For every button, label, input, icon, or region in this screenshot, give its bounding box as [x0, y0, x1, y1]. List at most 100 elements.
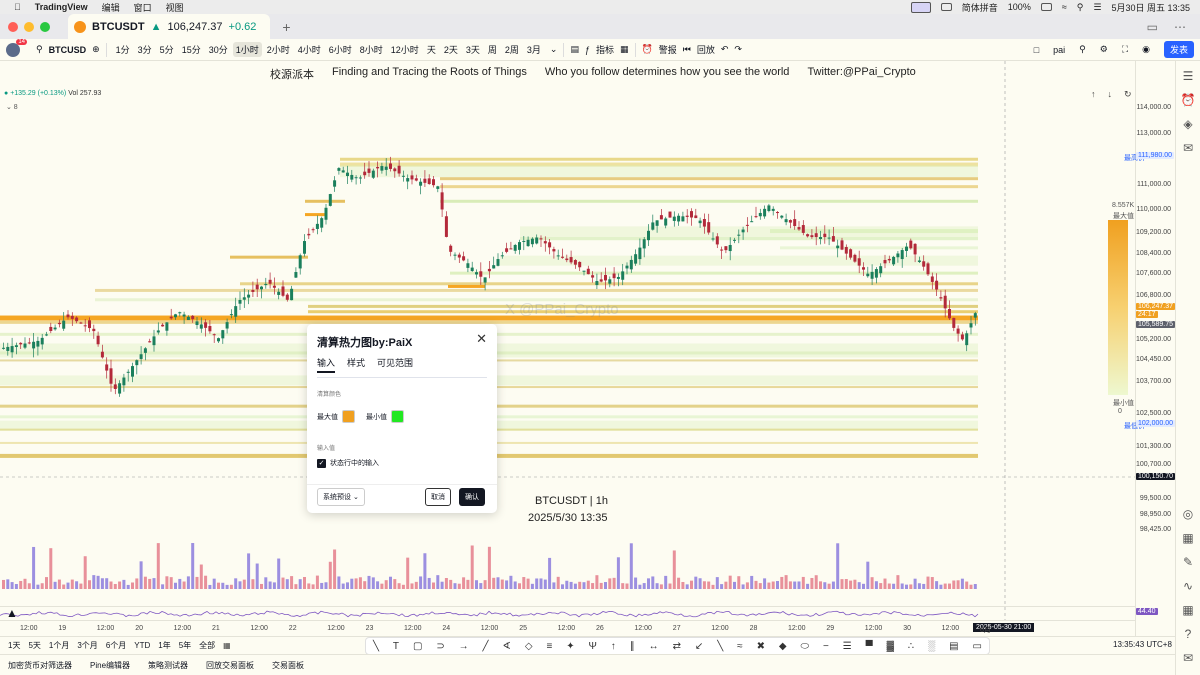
- interval-15[interactable]: 2周: [502, 42, 522, 57]
- interval-6[interactable]: 2小时: [264, 42, 293, 57]
- wifi-icon[interactable]: ≈: [1062, 2, 1067, 12]
- legend-collapse-icon[interactable]: ⌄ 8: [6, 103, 18, 111]
- compare-symbol-icon[interactable]: ⊕: [92, 44, 100, 55]
- drawing-tool-icon[interactable]: ☰: [843, 641, 852, 652]
- symbol-search-icon[interactable]: ⚲: [36, 44, 43, 55]
- ime-label[interactable]: 简体拼音: [962, 1, 998, 14]
- replay-button[interactable]: 回放: [697, 43, 715, 56]
- interval-3[interactable]: 15分: [179, 42, 204, 57]
- layout-select-icon[interactable]: □: [1034, 45, 1039, 55]
- snapshot-icon[interactable]: ◉: [1142, 44, 1150, 55]
- drawing-tool-icon[interactable]: ╲: [717, 641, 723, 652]
- drawing-tool-icon[interactable]: ⬭: [801, 641, 810, 652]
- tab-style[interactable]: 样式: [347, 356, 365, 373]
- range-8[interactable]: 全部: [199, 640, 215, 651]
- interval-5[interactable]: 1小时: [232, 42, 262, 57]
- drawing-tool-icon[interactable]: Ψ: [589, 641, 597, 652]
- drawing-tool-icon[interactable]: ✦: [566, 641, 574, 652]
- battery-icon[interactable]: [1040, 3, 1052, 11]
- interval-7[interactable]: 4小时: [295, 42, 324, 57]
- drawing-tool-icon[interactable]: ▤: [949, 641, 958, 652]
- display-icon[interactable]: [940, 3, 952, 11]
- range-6[interactable]: 1年: [158, 640, 170, 651]
- app-name-menu[interactable]: TradingView: [35, 2, 88, 12]
- panel-tab-2[interactable]: 策略测试器: [148, 660, 188, 671]
- drawing-tool-icon[interactable]: ▀: [866, 641, 873, 652]
- calendar-icon[interactable]: ▦: [1182, 531, 1193, 545]
- layout-icon[interactable]: ▭: [1147, 20, 1158, 34]
- price-scale[interactable]: 114,000.00 113,000.00 111,000.00 110,000.00…: [1108, 61, 1176, 636]
- chart-type-icon[interactable]: ▤: [570, 44, 579, 55]
- close-window-icon[interactable]: [8, 21, 18, 32]
- ok-button[interactable]: 确认: [459, 488, 485, 506]
- drawing-tool-icon[interactable]: ✖: [757, 641, 765, 652]
- interval-8[interactable]: 6小时: [326, 42, 355, 57]
- symbol-search-button[interactable]: BTCUSD: [49, 45, 87, 55]
- interval-0[interactable]: 1分: [113, 42, 133, 57]
- preset-dropdown[interactable]: 系统预设 ⌄: [317, 488, 365, 506]
- templates-icon[interactable]: ▦: [620, 44, 629, 55]
- drawing-tool-icon[interactable]: ▢: [413, 641, 422, 652]
- menu-edit[interactable]: 编辑: [102, 1, 120, 14]
- notifications-icon[interactable]: ✉: [1183, 651, 1193, 665]
- reset-scale-icon[interactable]: ↻: [1124, 89, 1132, 100]
- drawing-tool-icon[interactable]: ╱: [483, 641, 489, 652]
- interval-13[interactable]: 3天: [463, 42, 483, 57]
- drawing-tool-icon[interactable]: ≈: [737, 641, 743, 652]
- price-chart[interactable]: ▲: [0, 61, 1135, 636]
- range-4[interactable]: 6个月: [106, 640, 126, 651]
- menu-window[interactable]: 窗口: [134, 1, 152, 14]
- apple-icon[interactable]: : [14, 2, 21, 12]
- interval-14[interactable]: 周: [485, 42, 500, 57]
- interval-2[interactable]: 5分: [157, 42, 177, 57]
- more-icon[interactable]: ⋯: [1174, 20, 1186, 34]
- drawing-tool-icon[interactable]: ░: [928, 641, 935, 652]
- drawing-tool-icon[interactable]: ↑: [611, 641, 616, 652]
- chat-icon[interactable]: ✉: [1183, 141, 1193, 155]
- drawing-tool-icon[interactable]: ⇄: [673, 641, 681, 652]
- drawing-tool-icon[interactable]: ≡: [546, 641, 552, 652]
- alerts-clock-icon[interactable]: ⏰: [1181, 93, 1196, 107]
- minimize-window-icon[interactable]: [24, 21, 34, 32]
- pulse-icon[interactable]: ∿: [1183, 579, 1193, 593]
- interval-dropdown-icon[interactable]: ⌄: [550, 44, 558, 55]
- time-axis[interactable]: 2025-05-30 21:00 12:00 19 12:00 20 12:00 21 12…: [0, 620, 1135, 636]
- interval-16[interactable]: 3月: [524, 42, 544, 57]
- drawing-tool-icon[interactable]: →: [459, 641, 469, 652]
- range-1[interactable]: 5天: [28, 640, 40, 651]
- range-7[interactable]: 5年: [179, 640, 191, 651]
- new-tab-button[interactable]: +: [282, 19, 290, 35]
- inputs-in-status-checkbox[interactable]: ✓: [317, 458, 326, 468]
- publish-button[interactable]: 发表: [1163, 41, 1194, 58]
- drawing-tool-icon[interactable]: ▭: [973, 641, 982, 652]
- menu-clock[interactable]: 5月30日 周五 13:35: [1111, 1, 1190, 14]
- interval-4[interactable]: 30分: [206, 42, 231, 57]
- panel-tab-3[interactable]: 回放交易面板: [206, 660, 254, 671]
- redo-icon[interactable]: ↷: [734, 44, 742, 55]
- control-center-icon[interactable]: ☰: [1093, 2, 1101, 13]
- min-color-swatch[interactable]: [391, 410, 404, 423]
- drawing-tool-icon[interactable]: ∥: [630, 641, 635, 652]
- interval-11[interactable]: 天: [424, 42, 439, 57]
- indicators-icon[interactable]: ƒ: [585, 45, 590, 55]
- screen-mirror-icon[interactable]: [910, 1, 931, 13]
- panel-tab-0[interactable]: 加密货币对筛选器: [8, 660, 72, 671]
- panel-tab-4[interactable]: 交易面板: [272, 660, 304, 671]
- watchlist-icon[interactable]: ☰: [1183, 69, 1194, 83]
- alert-icon[interactable]: ⏰: [642, 44, 653, 55]
- range-3[interactable]: 3个月: [77, 640, 97, 651]
- max-color-swatch[interactable]: [342, 410, 355, 423]
- undo-icon[interactable]: ↶: [721, 44, 729, 55]
- alerts-button[interactable]: 警报: [659, 43, 677, 56]
- interval-9[interactable]: 8小时: [357, 42, 386, 57]
- menu-view[interactable]: 视图: [166, 1, 184, 14]
- panel-tab-1[interactable]: Pine编辑器: [90, 660, 130, 671]
- tab-visibility[interactable]: 可见范围: [377, 356, 413, 373]
- goto-date-icon[interactable]: ▦: [223, 641, 231, 650]
- layers-icon[interactable]: ◈: [1183, 117, 1192, 131]
- interval-1[interactable]: 3分: [135, 42, 155, 57]
- range-2[interactable]: 1个月: [49, 640, 69, 651]
- replay-icon[interactable]: ⏮: [683, 44, 691, 55]
- drawing-tool-icon[interactable]: ↔: [649, 641, 659, 652]
- close-icon[interactable]: ✕: [476, 331, 487, 347]
